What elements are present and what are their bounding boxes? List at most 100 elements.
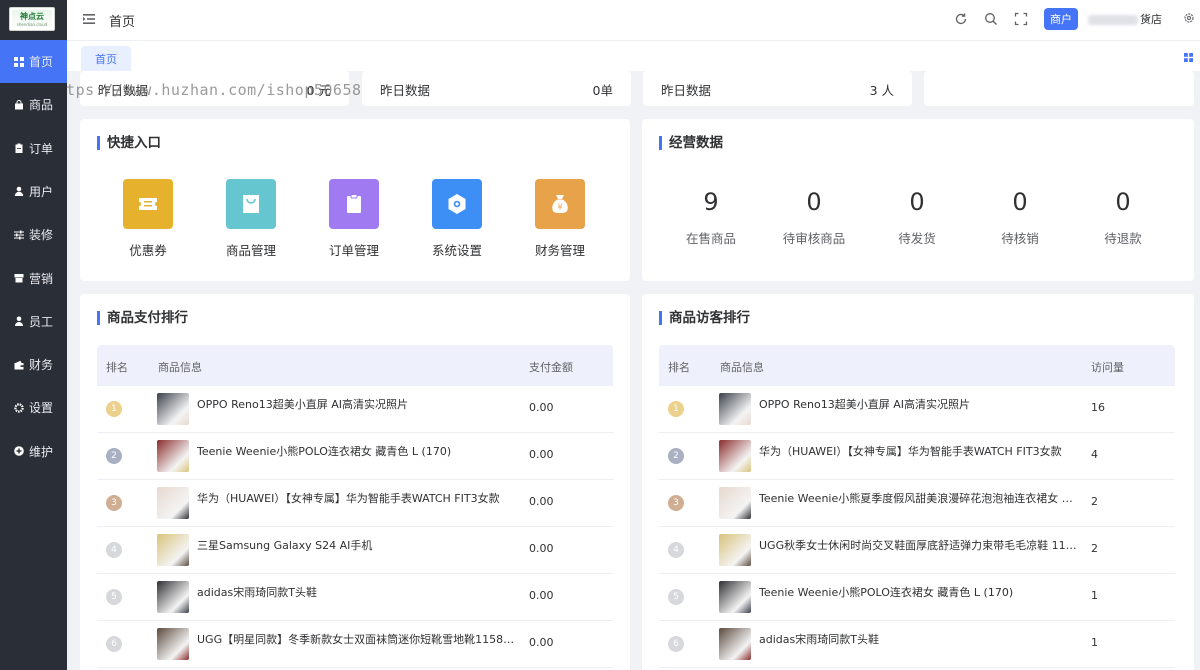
quick-entry-hexagon-settings[interactable]: 系统设置 xyxy=(417,179,497,259)
metric-label: 待审核商品 xyxy=(782,231,846,246)
product-name[interactable]: Teenie Weenie小熊POLO连衣裙女 藏青色 L (170) xyxy=(759,584,1079,600)
dashboard-content: 昨日数据 0 元 昨日数据 0单 昨日数据 3 人 https://www.hu… xyxy=(67,71,1200,670)
product-name[interactable]: adidas宋雨琦同款T头鞋 xyxy=(759,631,1079,647)
search-icon[interactable] xyxy=(984,12,998,26)
fullscreen-icon[interactable] xyxy=(1014,12,1028,26)
tab-grid-icon[interactable] xyxy=(1184,51,1193,62)
product-name[interactable]: 华为（HUAWEI）【女神专属】华为智能手表WATCH FIT3女款 xyxy=(197,490,517,506)
business-metric[interactable]: 0 待退款 xyxy=(1073,188,1173,247)
product-thumbnail[interactable] xyxy=(719,628,751,660)
product-thumbnail[interactable] xyxy=(157,487,189,519)
sidebar-item-gear[interactable]: 设置 xyxy=(0,386,67,429)
sidebar-item-grid[interactable]: 首页 xyxy=(0,40,67,83)
table-row[interactable]: 5 Teenie Weenie小熊POLO连衣裙女 藏青色 L (170) 1 xyxy=(659,574,1175,621)
table-row[interactable]: 4 UGG秋季女士休闲时尚交叉鞋面厚底舒适弹力束带毛毛凉鞋 1121… 2 xyxy=(659,527,1175,574)
shop-icon xyxy=(14,273,24,283)
bag-icon xyxy=(14,99,24,110)
sidebar-item-sliders[interactable]: 装修 xyxy=(0,213,67,256)
section-title: 商品支付排行 xyxy=(97,311,188,325)
logo-subtext: shendian.cloud xyxy=(16,22,48,27)
sidebar-item-clipboard[interactable]: 订单 xyxy=(0,127,67,170)
merchant-button[interactable]: 商户 xyxy=(1044,8,1078,30)
product-name[interactable]: OPPO Reno13超美小直屏 AI高清实况照片 xyxy=(759,396,1079,412)
product-name[interactable]: Teenie Weenie小熊POLO连衣裙女 藏青色 L (170) xyxy=(197,443,517,459)
watermark-url: https://www.huzhan.com/ishop50658 xyxy=(67,81,362,99)
table-row[interactable]: 1 OPPO Reno13超美小直屏 AI高清实况照片 16 xyxy=(659,386,1175,433)
business-metric[interactable]: 0 待发货 xyxy=(867,188,967,247)
menu-toggle-icon[interactable] xyxy=(82,12,96,26)
rank-badge: 4 xyxy=(668,542,684,558)
person-icon xyxy=(14,316,24,327)
product-name[interactable]: OPPO Reno13超美小直屏 AI高清实况照片 xyxy=(197,396,517,412)
gear-icon xyxy=(14,403,24,413)
brand-logo[interactable]: 神点云 shendian.cloud xyxy=(9,7,55,31)
rank-badge: 1 xyxy=(106,401,122,417)
table-header: 排名 商品信息 访问量 xyxy=(659,345,1175,386)
table-row[interactable]: 5 adidas宋雨琦同款T头鞋 0.00 xyxy=(97,574,613,621)
pay-amount: 0.00 xyxy=(529,589,554,602)
table-row[interactable]: 3 华为（HUAWEI）【女神专属】华为智能手表WATCH FIT3女款 0.00 xyxy=(97,480,613,527)
quick-entry-clipboard[interactable]: 订单管理 xyxy=(314,179,394,259)
rank-badge: 5 xyxy=(106,589,122,605)
quick-entry-label: 订单管理 xyxy=(328,243,379,258)
product-thumbnail[interactable] xyxy=(719,534,751,566)
metric-value: 9 xyxy=(703,188,719,216)
clipboard-icon xyxy=(329,179,379,229)
sidebar-item-wallet[interactable]: 财务 xyxy=(0,343,67,386)
product-thumbnail[interactable] xyxy=(157,393,189,425)
product-name[interactable]: 三星Samsung Galaxy S24 AI手机 xyxy=(197,537,517,553)
gear-icon[interactable] xyxy=(1183,12,1195,24)
business-metric[interactable]: 0 待核销 xyxy=(970,188,1070,247)
refresh-icon[interactable] xyxy=(954,12,968,26)
product-thumbnail[interactable] xyxy=(719,581,751,613)
table-row[interactable]: 6 adidas宋雨琦同款T头鞋 1 xyxy=(659,621,1175,668)
product-thumbnail[interactable] xyxy=(157,534,189,566)
product-thumbnail[interactable] xyxy=(157,628,189,660)
tab-home[interactable]: 首页 xyxy=(81,46,131,71)
table-row[interactable]: 2 Teenie Weenie小熊POLO连衣裙女 藏青色 L (170) 0.00 xyxy=(97,433,613,480)
sidebar-item-plus-circle[interactable]: 维护 xyxy=(0,430,67,473)
business-metric[interactable]: 9 在售商品 xyxy=(661,188,761,247)
sidebar-item-bag[interactable]: 商品 xyxy=(0,83,67,126)
table-row[interactable]: 2 华为（HUAWEI）【女神专属】华为智能手表WATCH FIT3女款 4 xyxy=(659,433,1175,480)
business-metric[interactable]: 0 待审核商品 xyxy=(764,188,864,247)
sidebar-item-person[interactable]: 员工 xyxy=(0,300,67,343)
visit-count: 16 xyxy=(1091,401,1105,414)
rank-badge: 1 xyxy=(668,401,684,417)
pay-amount: 0.00 xyxy=(529,542,554,555)
section-title: 经营数据 xyxy=(659,136,723,150)
quick-entry-coupon[interactable]: 优惠券 xyxy=(108,179,188,259)
user-icon xyxy=(14,186,24,197)
visit-count: 4 xyxy=(1091,448,1098,461)
table-row[interactable]: 4 三星Samsung Galaxy S24 AI手机 0.00 xyxy=(97,527,613,574)
product-thumbnail[interactable] xyxy=(719,393,751,425)
column-header-visits: 访问量 xyxy=(1091,361,1124,374)
product-name[interactable]: 华为（HUAWEI）【女神专属】华为智能手表WATCH FIT3女款 xyxy=(759,443,1079,459)
quick-entry-shopping-bag[interactable]: 商品管理 xyxy=(211,179,291,259)
sliders-icon xyxy=(14,230,24,240)
product-name[interactable]: UGG【明星同款】冬季新款女士双面袜筒迷你短靴雪地靴1158275… xyxy=(197,631,517,647)
stat-label: 昨日数据 xyxy=(661,83,712,98)
logo-text: 神点云 xyxy=(20,12,44,21)
business-data-card: 经营数据 9 在售商品 0 待审核商品 0 待发货 0 待核销 0 待退款 xyxy=(642,119,1194,281)
product-name[interactable]: Teenie Weenie小熊夏季度假风甜美浪漫碎花泡泡袖连衣裙女 撞色 … xyxy=(759,490,1079,506)
metric-value: 0 xyxy=(1012,188,1028,216)
metric-label: 待发货 xyxy=(898,231,936,246)
shopping-bag-icon xyxy=(226,179,276,229)
product-name[interactable]: UGG秋季女士休闲时尚交叉鞋面厚底舒适弹力束带毛毛凉鞋 1121… xyxy=(759,537,1079,553)
table-row[interactable]: 3 Teenie Weenie小熊夏季度假风甜美浪漫碎花泡泡袖连衣裙女 撞色 … 2 xyxy=(659,480,1175,527)
product-thumbnail[interactable] xyxy=(719,440,751,472)
stat-value: 3 人 xyxy=(869,83,894,98)
section-title: 快捷入口 xyxy=(97,136,161,150)
sidebar-item-shop[interactable]: 营销 xyxy=(0,257,67,300)
product-thumbnail[interactable] xyxy=(157,581,189,613)
sidebar-item-user[interactable]: 用户 xyxy=(0,170,67,213)
product-thumbnail[interactable] xyxy=(157,440,189,472)
table-row[interactable]: 6 UGG【明星同款】冬季新款女士双面袜筒迷你短靴雪地靴1158275… 0.00 xyxy=(97,621,613,668)
table-row[interactable]: 1 OPPO Reno13超美小直屏 AI高清实况照片 0.00 xyxy=(97,386,613,433)
chevron-down-icon[interactable] xyxy=(1141,13,1151,23)
product-name[interactable]: adidas宋雨琦同款T头鞋 xyxy=(197,584,517,600)
product-thumbnail[interactable] xyxy=(719,487,751,519)
quick-entry-money-bag[interactable]: ¥ 财务管理 xyxy=(520,179,600,259)
column-header-rank: 排名 xyxy=(668,361,690,374)
